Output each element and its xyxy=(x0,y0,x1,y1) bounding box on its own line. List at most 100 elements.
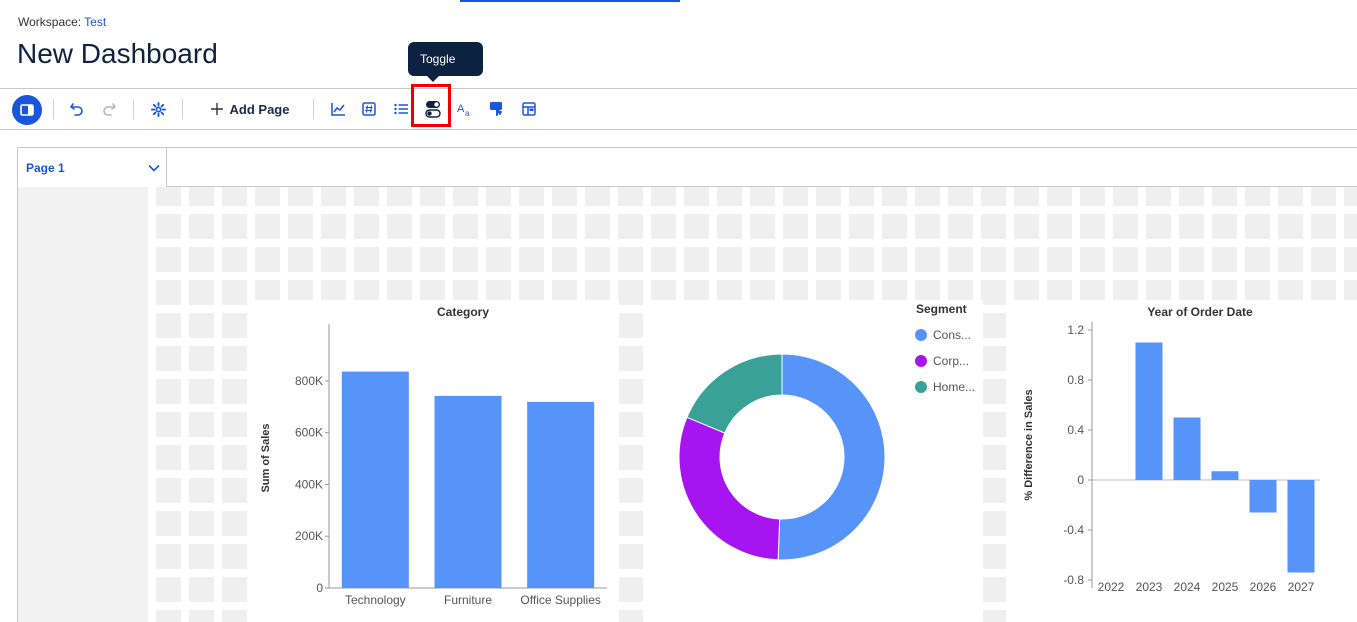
grid-cell xyxy=(1179,247,1204,272)
left-panel xyxy=(17,187,149,622)
grid-cell xyxy=(453,247,478,272)
grid-cell xyxy=(420,214,445,239)
toolbar: Add Page Aa xyxy=(0,88,1357,130)
grid-cell xyxy=(189,313,214,338)
grid-cell xyxy=(420,187,445,206)
grid-cell xyxy=(618,577,643,602)
grid-cell xyxy=(486,214,511,239)
grid-cell xyxy=(1014,214,1039,239)
dashboard-canvas: Category 0 200K 400K 600K 800K Sum of Sales Tec… xyxy=(148,187,1357,622)
x-tick-label: 2026 xyxy=(1250,580,1277,594)
grid-cell xyxy=(189,478,214,503)
grid-cell xyxy=(981,577,1006,602)
year-bar-chart: Year of Order Date -0.8 -0.4 0 0.4 0.8 1.2 % Di… xyxy=(1023,305,1320,594)
add-metric-button[interactable] xyxy=(360,97,378,121)
plus-icon xyxy=(210,103,223,115)
grid-cell xyxy=(618,478,643,503)
grid-cell xyxy=(486,187,511,206)
grid-cell xyxy=(981,445,1006,470)
top-progress-accent xyxy=(460,0,680,2)
grid-cell xyxy=(156,247,181,272)
grid-cell xyxy=(156,412,181,437)
grid-cell xyxy=(618,280,643,305)
toggle-tooltip: Toggle xyxy=(408,42,483,82)
grid-cell xyxy=(453,214,478,239)
donut-slice xyxy=(686,353,783,434)
add-text-button[interactable]: Aa xyxy=(456,97,474,121)
add-list-button[interactable] xyxy=(392,97,410,121)
grid-cell xyxy=(849,187,874,206)
redo-button[interactable] xyxy=(100,97,118,121)
legend-title: Segment xyxy=(916,302,967,316)
category-chart-widget[interactable]: Category 0 200K 400K 600K 800K Sum of Sales Tec… xyxy=(247,300,619,622)
grid-cell xyxy=(222,346,247,371)
donut-slice xyxy=(777,353,886,561)
x-tick-label: 2027 xyxy=(1288,580,1315,594)
chart-title: Year of Order Date xyxy=(1147,305,1253,319)
grid-cell xyxy=(156,544,181,569)
grid-cell xyxy=(651,187,676,206)
y-tick-label: 0 xyxy=(316,581,323,595)
grid-cell xyxy=(189,247,214,272)
grid-cell xyxy=(156,478,181,503)
grid-cell xyxy=(915,247,940,272)
workspace-breadcrumb: Workspace: Test xyxy=(18,15,106,29)
svg-text:A: A xyxy=(457,103,465,115)
grid-cell xyxy=(552,187,577,206)
toggle-panel-button[interactable] xyxy=(12,95,42,125)
y-tick-label: 0.4 xyxy=(1067,423,1084,437)
grid-cell xyxy=(354,214,379,239)
grid-cell xyxy=(981,478,1006,503)
undo-button[interactable] xyxy=(68,97,86,121)
legend-label: Cons... xyxy=(933,328,971,342)
gear-icon xyxy=(150,101,166,117)
tap-button-icon xyxy=(490,102,502,116)
grid-cell xyxy=(1212,214,1237,239)
grid-cell xyxy=(618,445,643,470)
grid-cell xyxy=(189,577,214,602)
line-chart-icon xyxy=(330,103,345,116)
add-layout-button[interactable] xyxy=(520,97,538,121)
grid-cell xyxy=(156,511,181,536)
grid-cell xyxy=(684,214,709,239)
add-chart-button[interactable] xyxy=(329,97,347,121)
grid-cell xyxy=(618,247,643,272)
y-tick-label: 0.8 xyxy=(1067,373,1084,387)
grid-cell xyxy=(387,214,412,239)
grid-cell xyxy=(1179,214,1204,239)
grid-cell xyxy=(222,544,247,569)
grid-cell xyxy=(981,313,1006,338)
year-chart-widget[interactable]: Year of Order Date -0.8 -0.4 0 0.4 0.8 1.2 % Di… xyxy=(1010,300,1357,622)
grid-cell xyxy=(453,187,478,206)
grid-cell xyxy=(156,313,181,338)
y-tick-label: 200K xyxy=(295,529,323,543)
grid-cell xyxy=(1014,247,1039,272)
page-tab-page-1[interactable]: Page 1 xyxy=(17,147,167,187)
grid-cell xyxy=(552,247,577,272)
add-page-button[interactable]: Add Page xyxy=(207,97,292,121)
grid-cell xyxy=(915,214,940,239)
grid-cell xyxy=(519,187,544,206)
grid-cell xyxy=(189,214,214,239)
bar-2025 xyxy=(1211,471,1239,480)
grid-cell xyxy=(519,214,544,239)
segment-chart-widget[interactable]: Segment Cons... Corp... Home... xyxy=(646,300,983,622)
workspace-label: Workspace: xyxy=(18,15,82,29)
svg-text:a: a xyxy=(465,109,470,117)
grid-cell xyxy=(189,511,214,536)
y-tick-label: 0 xyxy=(1077,473,1084,487)
add-action-button[interactable] xyxy=(488,97,506,121)
grid-cell xyxy=(420,247,445,272)
y-axis-label: % Difference in Sales xyxy=(1023,389,1035,500)
workspace-link[interactable]: Test xyxy=(84,15,106,29)
grid-cell xyxy=(1047,187,1072,206)
settings-button[interactable] xyxy=(149,97,167,121)
grid-cell xyxy=(1080,247,1105,272)
legend-label: Corp... xyxy=(933,354,969,368)
grid-cell xyxy=(1311,187,1336,206)
chevron-down-icon[interactable] xyxy=(148,162,160,174)
grid-cell xyxy=(156,346,181,371)
x-tick-label: Office Supplies xyxy=(520,593,601,607)
grid-cell xyxy=(1344,247,1357,272)
grid-cell xyxy=(222,577,247,602)
